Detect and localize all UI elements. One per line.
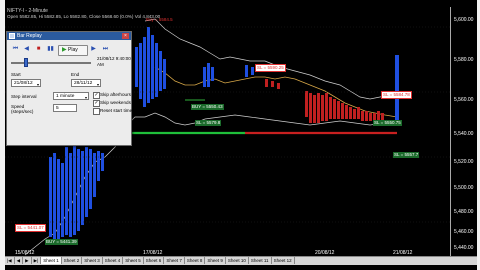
calendar-dropdown-icon[interactable]: ▾ xyxy=(37,81,39,89)
replay-position-slider[interactable] xyxy=(11,58,91,68)
buy-annotation-top: Buy = 5584.5 xyxy=(146,17,173,22)
price-label: 5,520.00 xyxy=(454,159,474,165)
price-label: 5,440.00 xyxy=(454,245,474,251)
go-to-start-icon[interactable]: ⏮ xyxy=(11,45,20,54)
sheet-tab[interactable]: Sheet 2 xyxy=(62,257,83,264)
current-replay-time: 21/08/12 9:40:00 AM xyxy=(97,56,131,67)
play-icon: ▶ xyxy=(62,47,67,53)
first-sheet-button[interactable]: |◀ xyxy=(5,257,15,264)
step-interval-value: 1 minute xyxy=(56,94,75,99)
sheet-tab[interactable]: Sheet 6 xyxy=(144,257,165,264)
end-date-field[interactable]: 28/11/12 ▾ xyxy=(71,79,101,87)
start-label: Start xyxy=(11,72,21,77)
app-icon xyxy=(9,33,15,39)
speed-input[interactable]: 5 xyxy=(53,104,77,112)
step-back-icon[interactable]: ◀ xyxy=(22,45,31,54)
sheet-tab[interactable]: Sheet 11 xyxy=(249,257,272,264)
sheet-tab[interactable]: Sheet 9 xyxy=(205,257,226,264)
checkbox-checked[interactable]: ✓ xyxy=(93,100,100,107)
step-forward-icon[interactable]: ▶ xyxy=(89,45,98,54)
price-axis[interactable]: 5,600.00 5,580.00 5,560.00 5,540.00 5,52… xyxy=(450,7,477,257)
checkbox-label: Reset start time xyxy=(100,108,133,113)
sheet-tab[interactable]: Sheet 7 xyxy=(164,257,185,264)
slider-thumb[interactable] xyxy=(23,58,28,67)
close-icon[interactable]: × xyxy=(122,33,129,39)
chevron-down-icon[interactable]: ▾ xyxy=(85,94,87,102)
start-date-value: 21/08/12 xyxy=(14,81,33,86)
sl-annotation-green-2: SL = 5579.8 xyxy=(195,120,222,126)
sheet-tab[interactable]: Sheet 10 xyxy=(226,257,249,264)
checkbox-label: Skip weekends xyxy=(100,100,131,105)
stop-icon[interactable]: ■ xyxy=(34,45,43,54)
sl-annotation-right: SL = 5557.7 xyxy=(393,152,420,158)
dialog-titlebar[interactable]: Bar Replay × xyxy=(7,32,131,40)
bullish-bars-right xyxy=(265,79,384,123)
end-date-value: 28/11/12 xyxy=(74,81,93,86)
sl-annotation-left: SL = 5441.07 xyxy=(15,224,46,232)
buy-annotation-left: BUY = 5441.39 xyxy=(45,239,78,245)
sheet-tabs-bar: |◀ ◀ ▶ ▶| Sheet 1 Sheet 2 Sheet 3 Sheet 4 Sheet … xyxy=(5,256,477,265)
next-sheet-button[interactable]: ▶ xyxy=(23,257,32,264)
prev-sheet-button[interactable]: ◀ xyxy=(15,257,24,264)
speed-label: Speed (steps/sec) xyxy=(11,104,34,114)
sl-annotation-green-3: SL = 5550.75 xyxy=(373,120,402,126)
checkbox-checked[interactable]: ✓ xyxy=(93,92,100,99)
reset-start-time-checkbox[interactable]: Reset start time xyxy=(93,108,133,115)
sheet-tab[interactable]: Sheet 3 xyxy=(82,257,103,264)
sheet-tab[interactable]: Sheet 12 xyxy=(272,257,295,264)
skip-afterhours-checkbox[interactable]: ✓ Skip afterhours xyxy=(93,92,131,99)
lower-band-line xyxy=(104,112,397,158)
sheet-tab[interactable]: Sheet 8 xyxy=(185,257,206,264)
price-label: 5,560.00 xyxy=(454,97,474,103)
price-label: 5,540.00 xyxy=(454,131,474,137)
buy-annotation-green: BUY = 5550.43 xyxy=(191,104,224,110)
sheet-tab[interactable]: Sheet 4 xyxy=(103,257,124,264)
price-label: 5,480.00 xyxy=(454,209,474,215)
checkbox-label: Skip afterhours xyxy=(100,92,131,97)
pause-icon[interactable]: ▮▮ xyxy=(46,45,55,54)
end-label: End xyxy=(71,72,80,77)
dialog-title: Bar Replay xyxy=(17,33,42,39)
step-interval-label: Step interval xyxy=(11,94,37,99)
sheet-tab[interactable]: Sheet 1 xyxy=(41,257,62,264)
chart-ohlc-readout: Open 5582.85, Hi 5582.85, Lo 5582.80, Cl… xyxy=(7,14,161,19)
price-label: 5,460.00 xyxy=(454,229,474,235)
start-date-field[interactable]: 21/08/12 ▾ xyxy=(11,79,41,87)
sl-annotation-2: SL = 5584.78 xyxy=(381,91,412,99)
last-sheet-button[interactable]: ▶| xyxy=(32,257,42,264)
bar-replay-dialog[interactable]: Bar Replay × ⏮ ◀ ■ ▮▮ ▶ Play ▶ ⏭ 21/08/1… xyxy=(6,31,132,146)
sheet-tab[interactable]: Sheet 5 xyxy=(123,257,144,264)
price-label: 5,600.00 xyxy=(454,17,474,23)
sl-annotation-1: SL = 5590.25 xyxy=(255,64,286,72)
go-to-end-icon[interactable]: ⏭ xyxy=(101,45,110,54)
play-label: Play xyxy=(68,47,78,53)
calendar-dropdown-icon[interactable]: ▾ xyxy=(97,81,99,89)
skip-weekends-checkbox[interactable]: ✓ Skip weekends xyxy=(93,100,131,107)
price-label: 5,500.00 xyxy=(454,185,474,191)
step-interval-select[interactable]: 1 minute ▾ xyxy=(53,92,89,100)
price-label: 5,580.00 xyxy=(454,57,474,63)
checkbox-unchecked[interactable] xyxy=(93,108,100,115)
play-button[interactable]: ▶ Play xyxy=(58,45,88,56)
